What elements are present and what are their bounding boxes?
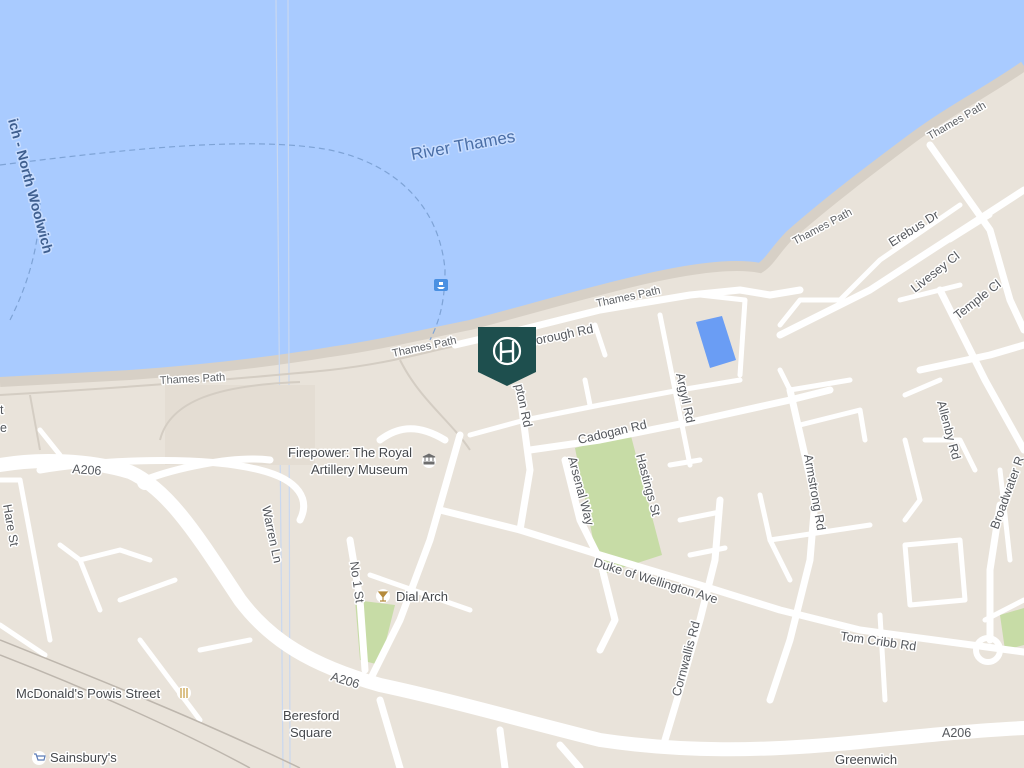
sainsburys-label: Sainsbury's (50, 750, 117, 765)
shopping-cart-icon (32, 751, 46, 765)
dial-arch-poi[interactable]: Dial Arch (376, 588, 450, 606)
restaurant-icon (177, 686, 191, 700)
a206-label-east: A206 (942, 726, 971, 740)
firepower-label-line2: Artillery Museum (311, 462, 408, 477)
beresford-square-line2: Square (290, 725, 332, 740)
firepower-label-line1: Firepower: The Royal (288, 445, 412, 460)
roundabout (137, 474, 153, 490)
edge-label-t: t (0, 403, 4, 417)
museum-icon (422, 453, 436, 468)
greenwich-label[interactable]: Greenwich (834, 751, 899, 768)
beresford-square-line1: Beresford (283, 708, 339, 723)
map-canvas[interactable]: River Thames ich - North Woolwich Thames… (0, 0, 1024, 768)
lower-road-3 (496, 726, 509, 768)
ferry-terminal-icon[interactable] (434, 279, 448, 291)
mcdonalds-label: McDonald's Powis Street (16, 686, 160, 701)
bar-icon (376, 589, 390, 603)
a206-label-west: A206 (72, 462, 102, 478)
dial-arch-label: Dial Arch (396, 589, 448, 604)
edge-label-e: e (0, 421, 7, 435)
